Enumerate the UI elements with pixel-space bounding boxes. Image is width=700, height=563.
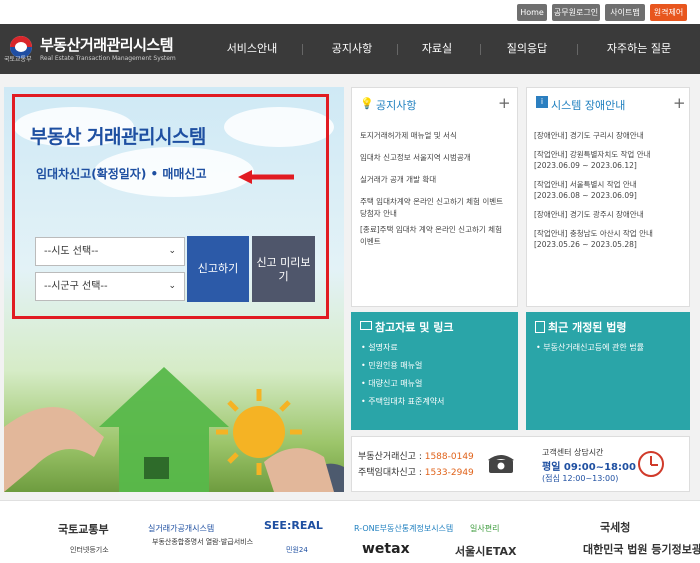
hero-illustration	[4, 367, 344, 492]
nav-faq[interactable]: 자주하는 질문	[594, 24, 684, 74]
report-preview-button[interactable]: 신고 미리보기	[252, 236, 315, 302]
notice-panel: 💡 공지사항 + 토지거래허가제 매뉴얼 및 서식 임대차 신고정보 서울지역 …	[351, 87, 518, 307]
list-item[interactable]: [장애안내] 경기도 광주시 장애안내	[534, 209, 684, 220]
partner-logo[interactable]: 일사편리	[470, 523, 499, 534]
list-item[interactable]: [작업안내] 강원특별자치도 작업 안내 [2023.06.09 ~ 2023.…	[534, 149, 684, 171]
list-item[interactable]: 임대차 신고정보 서울지역 시범공개	[360, 152, 510, 164]
nav-library[interactable]: 자료실	[412, 24, 462, 74]
partner-logos: 국토교통부 실거래가공개시스템 SEE:REAL R-ONE부동산통계정보시스템…	[0, 500, 700, 563]
chevron-down-icon: ⌄	[168, 281, 176, 291]
phone-icon	[488, 455, 514, 473]
list-item[interactable]: • 설명자료	[361, 342, 398, 353]
contact-panel: 부동산거래신고 : 1588-0149 주택임대차신고 : 1533-2949 …	[351, 436, 690, 492]
list-item-label: 부동산거래신고등에 관한 법률	[543, 343, 645, 352]
partner-logo[interactable]: 부동산종합증명서 열람·발급서비스	[152, 537, 253, 547]
list-item[interactable]: • 주택임대차 표준계약서	[361, 396, 444, 407]
laws-title: 최근 개정된 법령	[548, 321, 627, 334]
partner-logo[interactable]: 국세청	[600, 519, 630, 535]
book-icon	[535, 321, 545, 333]
clock-icon	[638, 451, 664, 477]
remote-control-button[interactable]: 원격제어	[650, 4, 687, 21]
list-item-label: 설명자료	[368, 343, 398, 352]
list-item[interactable]: [작업안내] 충청남도 아산시 작업 안내 [2023.05.26 ~ 2023…	[534, 228, 684, 250]
nav-notice[interactable]: 공지사항	[322, 24, 382, 74]
partner-logo[interactable]: 국토교통부	[58, 521, 109, 537]
partner-logo[interactable]: wetax	[362, 541, 410, 557]
list-item-label: 대량신고 매뉴얼	[368, 379, 423, 388]
cs-label: 고객센터 상담시간	[542, 448, 604, 457]
contact-label: 주택임대차신고 :	[358, 468, 425, 478]
contact-line-sales: 부동산거래신고 : 1588-0149	[358, 449, 474, 462]
cs-lunch: (점심 12:00~13:00)	[542, 474, 619, 483]
nav-qna[interactable]: 질의응답	[497, 24, 557, 74]
obstacle-list: [장애안내] 경기도 구리시 장애안내 [작업안내] 강원특별자치도 작업 안내…	[534, 130, 684, 258]
list-item[interactable]: [종료]주택 임대차 계약 온라인 신고하기 체험 이벤트	[360, 224, 510, 248]
sigungu-select-value: --시군구 선택--	[44, 281, 108, 292]
cs-hours: 평일 09:00~18:00	[542, 462, 636, 473]
contact-number: 1533-2949	[424, 468, 474, 478]
nav-service[interactable]: 서비스안내	[222, 24, 282, 74]
utility-bar: Home 공무원로그인 사이트맵 원격제어	[0, 0, 700, 24]
notice-list: 토지거래허가제 매뉴얼 및 서식 임대차 신고정보 서울지역 시범공개 실거래가…	[360, 130, 510, 252]
hero-subtitle: 임대차신고(확정일자) • 매매신고	[36, 167, 207, 181]
official-login-button[interactable]: 공무원로그인	[552, 4, 600, 21]
obstacle-title[interactable]: 시스템 장애안내	[551, 97, 625, 113]
contact-label: 부동산거래신고 :	[358, 452, 425, 462]
list-item[interactable]: 주택 임대차계약 온라인 신고하기 체험 이벤트 당첨자 안내	[360, 196, 510, 220]
notice-title[interactable]: 공지사항	[376, 97, 416, 113]
list-item[interactable]: [작업안내] 서울특별시 작업 안내 [2023.06.08 ~ 2023.06…	[534, 179, 684, 201]
list-item[interactable]: 토지거래허가제 매뉴얼 및 서식	[360, 130, 510, 142]
site-title[interactable]: 부동산거래관리시스템	[40, 34, 174, 55]
references-title: 참고자료 및 링크	[375, 321, 454, 334]
contact-number: 1588-0149	[424, 452, 474, 462]
arrow-left-icon	[238, 170, 294, 184]
home-button[interactable]: Home	[517, 4, 547, 21]
list-item[interactable]: • 민원인용 매뉴얼	[361, 360, 422, 371]
partner-logo[interactable]: R-ONE부동산통계정보시스템	[354, 523, 453, 534]
list-item[interactable]: • 대량신고 매뉴얼	[361, 378, 422, 389]
list-item[interactable]: [장애안내] 경기도 구리시 장애안내	[534, 130, 684, 141]
partner-logo[interactable]: 서울시ETAX	[455, 543, 517, 559]
chevron-down-icon: ⌄	[168, 246, 176, 256]
contact-line-lease: 주택임대차신고 : 1533-2949	[358, 465, 474, 478]
partner-logo[interactable]: 실거래가공개시스템	[148, 523, 214, 534]
partner-logo[interactable]: 인터넷등기소	[70, 545, 109, 555]
sitemap-button[interactable]: 사이트맵	[605, 4, 645, 21]
lightbulb-icon: 💡	[360, 97, 374, 110]
list-item[interactable]: • 부동산거래신고등에 관한 법률	[536, 342, 644, 353]
partner-logo[interactable]: 대한민국 법원 등기정보광장	[583, 541, 700, 557]
references-panel: 참고자료 및 링크 • 설명자료 • 민원인용 매뉴얼 • 대량신고 매뉴얼 •…	[351, 312, 518, 430]
partner-logo[interactable]: SEE:REAL	[264, 519, 323, 532]
sido-select[interactable]: --시도 선택-- ⌄	[35, 237, 185, 266]
hero-title: 부동산 거래관리시스템	[30, 126, 206, 148]
report-button[interactable]: 신고하기	[187, 236, 249, 302]
partner-logo[interactable]: 민원24	[286, 545, 308, 555]
sigungu-select[interactable]: --시군구 선택-- ⌄	[35, 272, 185, 301]
info-icon: i	[536, 96, 548, 108]
laws-panel: 최근 개정된 법령 • 부동산거래신고등에 관한 법률	[526, 312, 690, 430]
list-item-label: 민원인용 매뉴얼	[368, 361, 423, 370]
list-item[interactable]: 실거래가 공개 개발 확대	[360, 174, 510, 186]
list-item-label: 주택임대차 표준계약서	[368, 397, 445, 406]
notice-more-icon[interactable]: +	[498, 94, 511, 112]
ministry-name: 국토교통부	[4, 56, 32, 63]
sido-select-value: --시도 선택--	[44, 246, 99, 257]
site-subtitle: Real Estate Transaction Management Syste…	[40, 55, 176, 62]
document-icon	[360, 321, 372, 330]
obstacle-more-icon[interactable]: +	[673, 94, 686, 112]
